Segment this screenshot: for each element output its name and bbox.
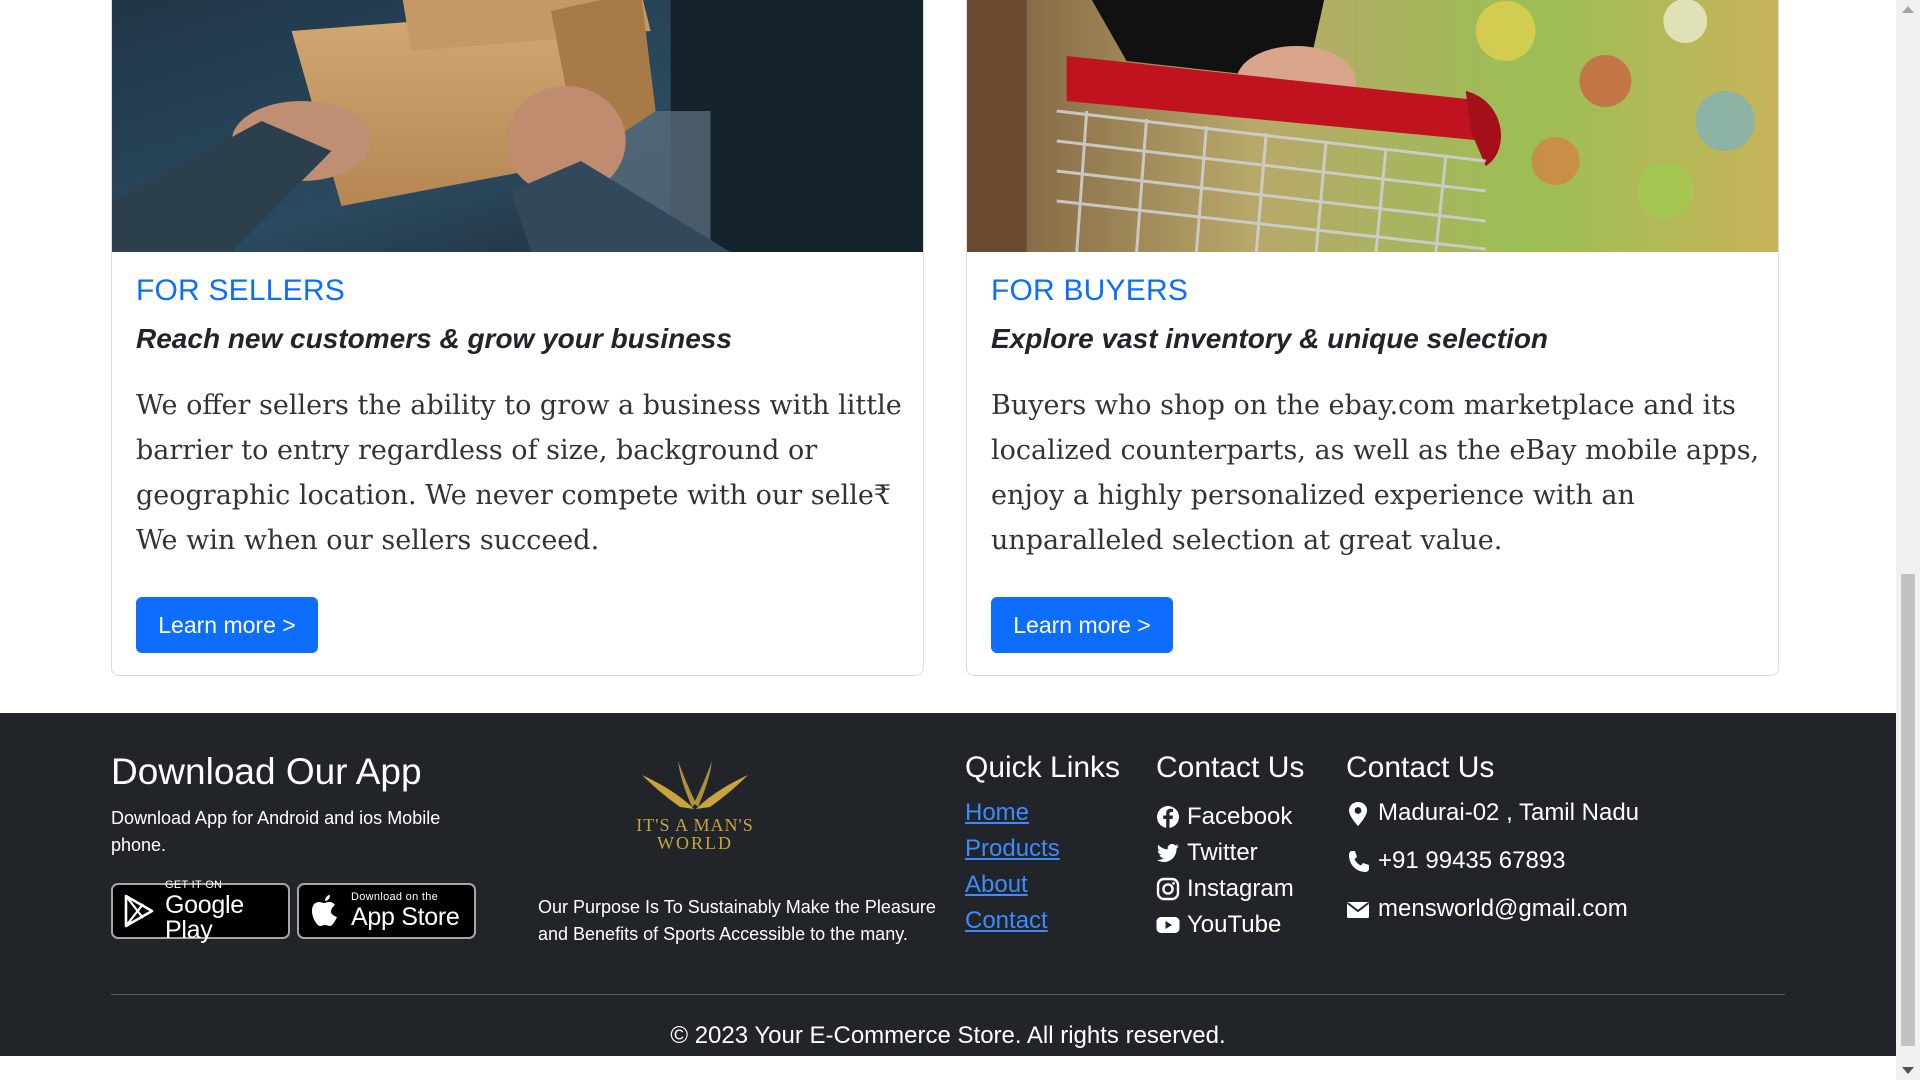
social-link-facebook[interactable]: Facebook (1156, 799, 1294, 835)
copyright-text: © 2023 Your E-Commerce Store. All rights… (670, 1022, 1226, 1049)
social-link-youtube[interactable]: YouTube (1156, 907, 1294, 943)
scroll-down-arrow-icon[interactable] (1902, 1067, 1914, 1074)
quick-links-heading: Quick Links (965, 751, 1121, 784)
vertical-scrollbar[interactable] (1896, 0, 1920, 1080)
social-label-instagram: Instagram (1187, 875, 1294, 902)
contact-email-text: mensworld@gmail.com (1378, 895, 1628, 922)
contact-phone: +91 99435 67893 (1346, 847, 1639, 895)
google-play-small-text: GET IT ON (165, 878, 223, 891)
social-label-youtube: YouTube (1187, 911, 1282, 938)
app-store-big-text: App Store (351, 903, 460, 931)
buyers-card: FOR BUYERS Explore vast inventory & uniq… (966, 0, 1779, 676)
brand-logo-line2: WORLD (657, 833, 733, 853)
social-link-twitter[interactable]: Twitter (1156, 835, 1294, 871)
sellers-card-image (112, 0, 923, 252)
social-link-instagram[interactable]: Instagram (1156, 871, 1294, 907)
brand-purpose-text: Our Purpose Is To Sustainably Make the P… (538, 897, 936, 944)
instagram-icon (1156, 877, 1180, 901)
quick-links-list: Home Products About Contact (965, 799, 1060, 943)
buyers-card-title: FOR BUYERS (991, 274, 1189, 307)
contact-phone-text: +91 99435 67893 (1378, 847, 1566, 874)
app-store-badge[interactable]: Download on the App Store (297, 883, 476, 939)
social-label-twitter: Twitter (1187, 839, 1258, 866)
sellers-card-text: We offer sellers the ability to grow a b… (136, 390, 902, 556)
buyers-learn-more-button[interactable]: Learn more > (991, 597, 1173, 653)
youtube-icon (1156, 917, 1180, 933)
map-pin-icon (1349, 802, 1367, 826)
contact-address-text: Madurai-02 , Tamil Nadu (1378, 799, 1640, 826)
download-app-heading: Download Our App (111, 751, 422, 792)
scroll-up-arrow-icon[interactable] (1902, 6, 1914, 13)
download-app-text: Download App for Android and ios Mobile … (111, 808, 441, 855)
quick-link-about[interactable]: About (965, 871, 1028, 898)
google-play-badge[interactable]: GET IT ON Google Play (111, 878, 290, 942)
envelope-icon (1346, 902, 1370, 918)
sellers-card: FOR SELLERS Reach new customers & grow y… (111, 0, 924, 676)
social-links-list: Facebook Twitter Instagram YouTube (1156, 799, 1294, 943)
quick-link-home[interactable]: Home (965, 799, 1029, 826)
sellers-card-title: FOR SELLERS (136, 274, 345, 307)
quick-link-contact[interactable]: Contact (965, 907, 1048, 934)
sellers-learn-more-button[interactable]: Learn more > (136, 597, 318, 653)
footer-divider (111, 994, 1785, 995)
phone-icon (1349, 851, 1369, 872)
buyers-card-text: Buyers who shop on the ebay.com marketpl… (991, 390, 1760, 556)
site-footer: Download Our App Download App for Androi… (0, 713, 1896, 1056)
brand-logo: IT'S A MAN'S WORLD (636, 761, 754, 853)
facebook-icon (1157, 806, 1179, 828)
google-play-big-text: Google Play (165, 890, 244, 944)
buyers-card-image (967, 0, 1778, 252)
apple-icon (312, 895, 337, 926)
buyers-card-subtitle: Explore vast inventory & unique selectio… (991, 323, 1549, 354)
sellers-card-subtitle: Reach new customers & grow your business (136, 323, 732, 354)
page: FOR SELLERS Reach new customers & grow y… (0, 0, 1920, 1080)
contact-info-list: Madurai-02 , Tamil Nadu +91 99435 67893 … (1346, 799, 1639, 943)
social-label-facebook: Facebook (1187, 803, 1293, 830)
brand-logo-line1: IT'S A MAN'S (636, 815, 754, 835)
social-heading: Contact Us (1156, 751, 1305, 784)
contact-address: Madurai-02 , Tamil Nadu (1346, 799, 1639, 847)
scrollbar-thumb[interactable] (1901, 574, 1915, 1046)
quick-link-products[interactable]: Products (965, 835, 1060, 862)
app-store-small-text: Download on the (351, 891, 439, 903)
twitter-icon (1156, 844, 1179, 862)
contact-email: mensworld@gmail.com (1346, 895, 1639, 943)
contact-heading: Contact Us (1346, 751, 1495, 784)
google-play-icon (124, 894, 154, 928)
